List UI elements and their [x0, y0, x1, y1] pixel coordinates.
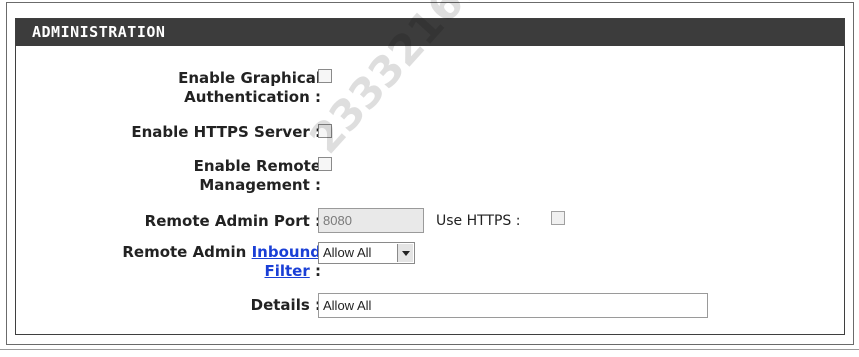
- use-https-checkbox[interactable]: [551, 211, 565, 225]
- divider: [0, 349, 859, 350]
- inbound-filter-colon: :: [309, 262, 321, 280]
- remote-mgmt-label-line2: Management :: [199, 176, 321, 194]
- graphical-auth-label-line2: Authentication :: [184, 88, 321, 106]
- inbound-filter-label-line1: Remote Admin Inbound: [122, 243, 321, 262]
- inbound-link[interactable]: Inbound: [252, 243, 321, 261]
- filter-link[interactable]: Filter: [264, 262, 309, 280]
- remote-mgmt-label: Enable Remote Management :: [194, 157, 321, 195]
- use-https-label: Use HTTPS :: [436, 213, 521, 229]
- https-server-label: Enable HTTPS Server :: [131, 123, 321, 141]
- graphical-auth-checkbox[interactable]: [318, 69, 332, 83]
- chevron-down-icon[interactable]: [397, 244, 413, 262]
- inbound-filter-selected: Allow All: [323, 245, 372, 260]
- inbound-filter-label-line2: Filter :: [122, 262, 321, 281]
- graphical-auth-label-line1: Enable Graphical: [178, 69, 321, 87]
- remote-port-input[interactable]: 8080: [318, 208, 424, 233]
- remote-mgmt-label-line1: Enable Remote: [193, 157, 321, 175]
- inbound-filter-label: Remote Admin Inbound Filter :: [122, 243, 321, 281]
- inbound-filter-select[interactable]: Allow All: [318, 242, 415, 264]
- details-input[interactable]: Allow All: [318, 293, 708, 318]
- remote-port-label: Remote Admin Port :: [144, 212, 321, 230]
- inbound-filter-label-prefix: Remote Admin: [122, 243, 252, 261]
- details-label: Details :: [250, 296, 321, 314]
- graphical-auth-label: Enable Graphical Authentication :: [178, 69, 321, 107]
- remote-mgmt-checkbox[interactable]: [318, 157, 332, 171]
- administration-panel: ADMINISTRATION Enable Graphical Authenti…: [15, 18, 845, 335]
- https-server-checkbox[interactable]: [318, 124, 332, 138]
- section-header: ADMINISTRATION: [16, 19, 844, 46]
